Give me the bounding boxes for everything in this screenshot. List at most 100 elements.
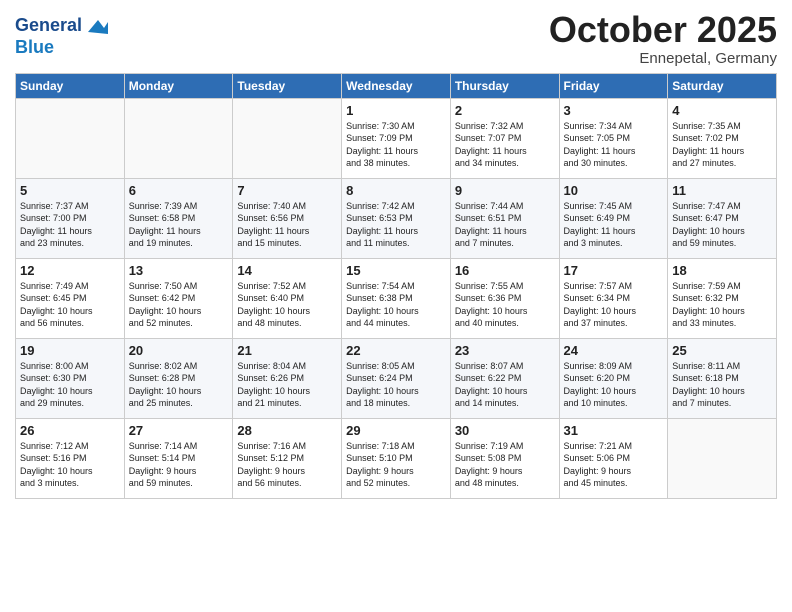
calendar-cell: 19 Sunrise: 8:00 AMSunset: 6:30 PMDayligh…: [16, 338, 125, 418]
logo-text-general: General: [15, 16, 82, 36]
day-number: 4: [672, 103, 772, 118]
day-number: 15: [346, 263, 446, 278]
calendar-cell: 25Sunrise: 8:11 AMSunset: 6:18 PMDayligh…: [668, 338, 777, 418]
day-info: Sunrise: 7:59 AMSunset: 6:32 PMDaylight:…: [672, 280, 772, 330]
calendar-cell: 16 Sunrise: 7:55 AMSunset: 6:36 PMDayligh…: [450, 258, 559, 338]
day-number: 31: [564, 423, 664, 438]
calendar-cell: 26Sunrise: 7:12 AMSunset: 5:16 PMDayligh…: [16, 418, 125, 498]
calendar-cell: 15 Sunrise: 7:54 AMSunset: 6:38 PMDayligh…: [342, 258, 451, 338]
calendar-cell: 24 Sunrise: 8:09 AMSunset: 6:20 PMDayligh…: [559, 338, 668, 418]
day-number: 30: [455, 423, 555, 438]
day-info: Sunrise: 7:52 AMSunset: 6:40 PMDaylight:…: [237, 280, 337, 330]
month-title: October 2025: [549, 10, 777, 50]
weekday-header-saturday: Saturday: [668, 73, 777, 98]
calendar-cell: 28 Sunrise: 7:16 AMSunset: 5:12 PMDayligh…: [233, 418, 342, 498]
calendar-week-5: 26Sunrise: 7:12 AMSunset: 5:16 PMDayligh…: [16, 418, 777, 498]
calendar-cell: 21 Sunrise: 8:04 AMSunset: 6:26 PMDayligh…: [233, 338, 342, 418]
calendar-cell: 1 Sunrise: 7:30 AMSunset: 7:09 PMDaylight…: [342, 98, 451, 178]
day-number: 1: [346, 103, 446, 118]
calendar-cell: [16, 98, 125, 178]
calendar-cell: 30 Sunrise: 7:19 AMSunset: 5:08 PMDayligh…: [450, 418, 559, 498]
calendar-cell: 22Sunrise: 8:05 AMSunset: 6:24 PMDayligh…: [342, 338, 451, 418]
calendar-week-4: 19 Sunrise: 8:00 AMSunset: 6:30 PMDayligh…: [16, 338, 777, 418]
day-number: 6: [129, 183, 229, 198]
weekday-header-sunday: Sunday: [16, 73, 125, 98]
calendar-cell: 31Sunrise: 7:21 AMSunset: 5:06 PMDayligh…: [559, 418, 668, 498]
weekday-header-friday: Friday: [559, 73, 668, 98]
day-info: Sunrise: 7:18 AMSunset: 5:10 PMDaylight:…: [346, 440, 446, 490]
day-number: 13: [129, 263, 229, 278]
day-number: 5: [20, 183, 120, 198]
day-info: Sunrise: 7:14 AMSunset: 5:14 PMDaylight:…: [129, 440, 229, 490]
day-number: 21: [237, 343, 337, 358]
calendar-cell: 18Sunrise: 7:59 AMSunset: 6:32 PMDayligh…: [668, 258, 777, 338]
day-number: 29: [346, 423, 446, 438]
weekday-header-row: SundayMondayTuesdayWednesdayThursdayFrid…: [16, 73, 777, 98]
logo-icon: [84, 14, 108, 38]
logo: General Blue: [15, 14, 108, 58]
day-info: Sunrise: 7:32 AMSunset: 7:07 PMDaylight:…: [455, 120, 555, 170]
calendar-table: SundayMondayTuesdayWednesdayThursdayFrid…: [15, 73, 777, 499]
calendar-cell: 14 Sunrise: 7:52 AMSunset: 6:40 PMDayligh…: [233, 258, 342, 338]
day-info: Sunrise: 7:34 AMSunset: 7:05 PMDaylight:…: [564, 120, 664, 170]
day-number: 16: [455, 263, 555, 278]
location-subtitle: Ennepetal, Germany: [549, 50, 777, 67]
logo-text-blue: Blue: [15, 37, 54, 57]
calendar-cell: 29 Sunrise: 7:18 AMSunset: 5:10 PMDayligh…: [342, 418, 451, 498]
day-number: 7: [237, 183, 337, 198]
day-info: Sunrise: 7:49 AMSunset: 6:45 PMDaylight:…: [20, 280, 120, 330]
day-number: 12: [20, 263, 120, 278]
calendar-cell: 12 Sunrise: 7:49 AMSunset: 6:45 PMDayligh…: [16, 258, 125, 338]
day-info: Sunrise: 8:04 AMSunset: 6:26 PMDaylight:…: [237, 360, 337, 410]
calendar-cell: 20Sunrise: 8:02 AMSunset: 6:28 PMDayligh…: [124, 338, 233, 418]
day-info: Sunrise: 7:19 AMSunset: 5:08 PMDaylight:…: [455, 440, 555, 490]
day-info: Sunrise: 8:09 AMSunset: 6:20 PMDaylight:…: [564, 360, 664, 410]
calendar-cell: 11Sunrise: 7:47 AMSunset: 6:47 PMDayligh…: [668, 178, 777, 258]
day-number: 23: [455, 343, 555, 358]
day-info: Sunrise: 7:16 AMSunset: 5:12 PMDaylight:…: [237, 440, 337, 490]
day-info: Sunrise: 7:55 AMSunset: 6:36 PMDaylight:…: [455, 280, 555, 330]
calendar-cell: 5 Sunrise: 7:37 AMSunset: 7:00 PMDaylight…: [16, 178, 125, 258]
calendar-cell: 27 Sunrise: 7:14 AMSunset: 5:14 PMDayligh…: [124, 418, 233, 498]
day-number: 17: [564, 263, 664, 278]
day-number: 11: [672, 183, 772, 198]
day-number: 27: [129, 423, 229, 438]
calendar-cell: 13 Sunrise: 7:50 AMSunset: 6:42 PMDayligh…: [124, 258, 233, 338]
calendar-cell: [124, 98, 233, 178]
day-number: 26: [20, 423, 120, 438]
day-info: Sunrise: 7:57 AMSunset: 6:34 PMDaylight:…: [564, 280, 664, 330]
day-number: 2: [455, 103, 555, 118]
day-info: Sunrise: 7:35 AMSunset: 7:02 PMDaylight:…: [672, 120, 772, 170]
weekday-header-thursday: Thursday: [450, 73, 559, 98]
day-number: 3: [564, 103, 664, 118]
day-info: Sunrise: 7:54 AMSunset: 6:38 PMDaylight:…: [346, 280, 446, 330]
day-info: Sunrise: 7:42 AMSunset: 6:53 PMDaylight:…: [346, 200, 446, 250]
calendar-cell: [668, 418, 777, 498]
calendar-cell: 2 Sunrise: 7:32 AMSunset: 7:07 PMDaylight…: [450, 98, 559, 178]
page-header: General Blue October 2025 Ennepetal, Ger…: [15, 10, 777, 67]
day-info: Sunrise: 7:45 AMSunset: 6:49 PMDaylight:…: [564, 200, 664, 250]
calendar-cell: 17 Sunrise: 7:57 AMSunset: 6:34 PMDayligh…: [559, 258, 668, 338]
day-info: Sunrise: 8:00 AMSunset: 6:30 PMDaylight:…: [20, 360, 120, 410]
title-area: October 2025 Ennepetal, Germany: [549, 10, 777, 67]
weekday-header-wednesday: Wednesday: [342, 73, 451, 98]
day-number: 14: [237, 263, 337, 278]
weekday-header-tuesday: Tuesday: [233, 73, 342, 98]
day-info: Sunrise: 7:30 AMSunset: 7:09 PMDaylight:…: [346, 120, 446, 170]
calendar-week-3: 12 Sunrise: 7:49 AMSunset: 6:45 PMDayligh…: [16, 258, 777, 338]
day-info: Sunrise: 7:50 AMSunset: 6:42 PMDaylight:…: [129, 280, 229, 330]
day-number: 10: [564, 183, 664, 198]
day-number: 9: [455, 183, 555, 198]
day-info: Sunrise: 8:02 AMSunset: 6:28 PMDaylight:…: [129, 360, 229, 410]
day-number: 24: [564, 343, 664, 358]
weekday-header-monday: Monday: [124, 73, 233, 98]
day-info: Sunrise: 7:37 AMSunset: 7:00 PMDaylight:…: [20, 200, 120, 250]
day-info: Sunrise: 8:05 AMSunset: 6:24 PMDaylight:…: [346, 360, 446, 410]
calendar-cell: 23Sunrise: 8:07 AMSunset: 6:22 PMDayligh…: [450, 338, 559, 418]
calendar-cell: 4 Sunrise: 7:35 AMSunset: 7:02 PMDaylight…: [668, 98, 777, 178]
day-info: Sunrise: 8:11 AMSunset: 6:18 PMDaylight:…: [672, 360, 772, 410]
calendar-week-1: 1 Sunrise: 7:30 AMSunset: 7:09 PMDaylight…: [16, 98, 777, 178]
day-number: 28: [237, 423, 337, 438]
day-number: 19: [20, 343, 120, 358]
calendar-cell: 9Sunrise: 7:44 AMSunset: 6:51 PMDaylight…: [450, 178, 559, 258]
